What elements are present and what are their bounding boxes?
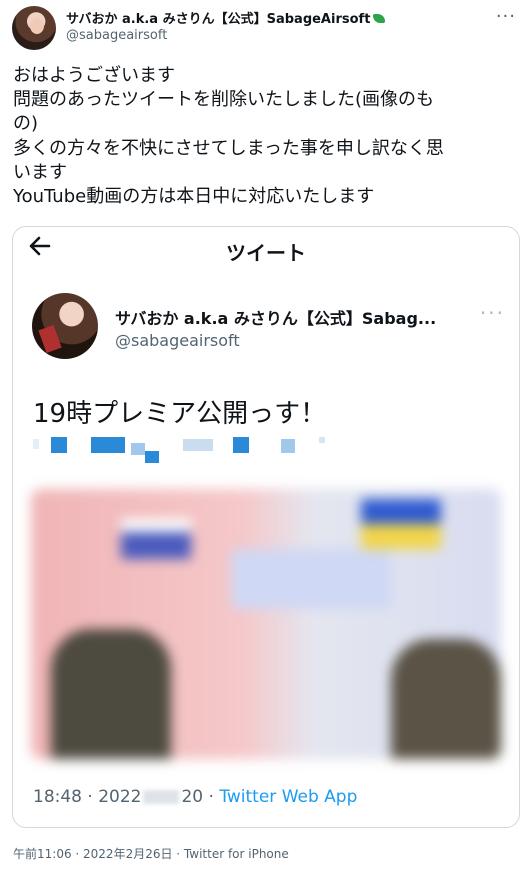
embedded-header-title: ツイート — [226, 241, 306, 265]
redacted-date — [143, 790, 180, 804]
avatar[interactable] — [12, 6, 56, 50]
display-name[interactable]: サバおか a.k.a みさりん【公式】SabageAirsoft — [66, 8, 386, 27]
tweet-line: おはようございます — [13, 65, 175, 86]
embedded-meta-separator: 20 · — [181, 787, 220, 807]
display-name-text[interactable]: サバおか a.k.a みさりん【公式】SabageAirsoft — [66, 12, 370, 27]
tweet-text: おはようございます 問題のあったツイートを削除いたしました(画像のも の) 多く… — [13, 64, 519, 209]
tweet-line: の) — [13, 113, 39, 135]
embedded-meta: 18:48 · 2022 20 · Twitter Web App — [33, 787, 357, 807]
embedded-time: 18:48 · 2022 — [33, 787, 142, 807]
embedded-tweet-text: 19時プレミア公開っす！ — [33, 399, 327, 429]
more-options-icon[interactable]: ··· — [496, 6, 516, 27]
leaf-icon — [373, 14, 386, 23]
embedded-source-app: Twitter Web App — [219, 787, 358, 807]
blurred-image[interactable] — [31, 489, 501, 759]
tweet-timestamp[interactable]: 午前11:06 · 2022年2月26日 · Twitter for iPhon… — [13, 845, 289, 862]
tweet-line: います — [13, 161, 67, 183]
tweet-line: 多くの方々を不快にさせてしまった事を申し訳なく思 — [13, 137, 444, 159]
embedded-more-icon: ··· — [479, 301, 505, 325]
embedded-handle: @sabageairsoft — [115, 331, 240, 350]
pixelated-redaction — [33, 435, 333, 465]
embedded-display-name: サバおか a.k.a みさりん【公式】Sabag... — [115, 309, 437, 328]
user-handle[interactable]: @sabageairsoft — [66, 28, 167, 43]
tweet-line: YouTube動画の方は本日中に対応いたします — [13, 186, 375, 208]
embedded-screenshot[interactable]: ツイート サバおか a.k.a みさりん【公式】Sabag... @sabage… — [12, 226, 520, 828]
embedded-avatar — [32, 293, 98, 359]
tweet-line: 問題のあったツイートを削除いたしました(画像のも — [13, 89, 435, 111]
